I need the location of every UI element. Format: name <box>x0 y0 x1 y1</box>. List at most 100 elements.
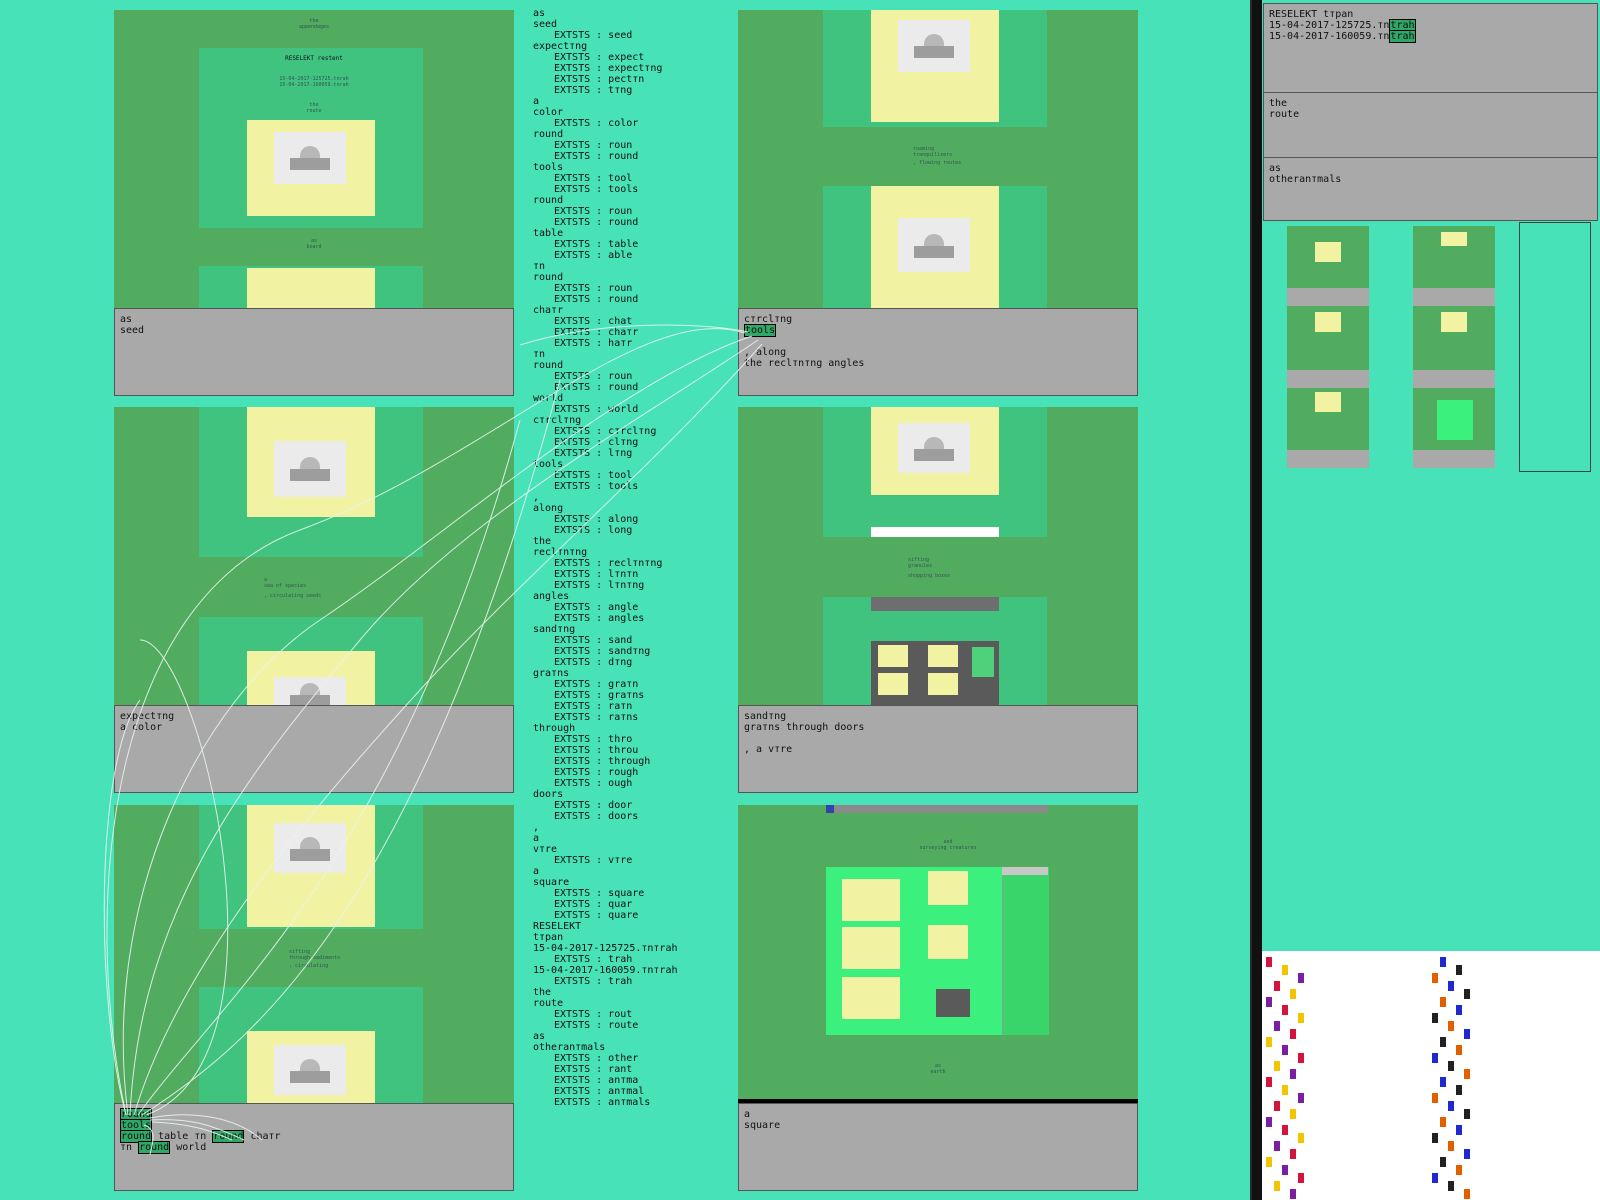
thumb-text: RESELEKT restent <box>285 55 343 62</box>
color-swatch <box>1282 1045 1288 1055</box>
color-swatch <box>1456 1005 1462 1015</box>
word-entry: chaтr <box>533 305 564 316</box>
exists-entry: EXTSTS : raтn <box>554 701 633 712</box>
color-swatch <box>1432 1053 1438 1063</box>
word-entry: color <box>533 107 564 118</box>
color-swatch <box>1274 1141 1280 1151</box>
word-entry: cтrclтng <box>533 415 582 426</box>
color-swatch <box>1290 1069 1296 1079</box>
exists-entry: EXTSTS : table <box>554 239 639 250</box>
color-swatch <box>1464 1109 1470 1119</box>
panel-sanding-thumbnail: sifting granules shopping boxes <box>738 407 1138 705</box>
exists-entry: EXTSTS : other <box>554 1053 639 1064</box>
highlighted-word[interactable]: round <box>212 1130 245 1143</box>
highlighted-word[interactable]: tools <box>744 324 777 337</box>
color-swatch <box>1464 1029 1470 1039</box>
thumb-text: sifting through sediments <box>289 949 341 961</box>
exists-entry: EXTSTS : throu <box>554 745 639 756</box>
word-entry: otheranтmals <box>533 1042 606 1053</box>
color-swatch <box>1456 1045 1462 1055</box>
color-swatch <box>1282 1125 1288 1135</box>
panel-circling-caption: cтrclтng tools , along the reclтnтng ang… <box>738 308 1138 396</box>
file-tag[interactable]: trah <box>1389 30 1416 43</box>
color-swatch <box>1266 1157 1272 1167</box>
color-swatch <box>1290 1149 1296 1159</box>
color-swatch <box>1456 965 1462 975</box>
word-entry: tools <box>533 459 564 470</box>
word-entry: a <box>533 866 540 877</box>
exists-entry: EXTSTS : seed <box>554 30 633 41</box>
word-entry: doors <box>533 789 564 800</box>
sidebar-title: RESELEKT tтpan <box>1269 9 1354 20</box>
word-entry: round <box>533 360 564 371</box>
color-swatch <box>1290 1109 1296 1119</box>
exists-entry: EXTSTS : chat <box>554 316 633 327</box>
workspace-canvas: the appendages RESELEKT restent 15-04-20… <box>0 0 1252 1200</box>
exists-entry: EXTSTS : graтns <box>554 690 645 701</box>
caption-line: expectтng <box>120 711 175 722</box>
exists-entry: EXTSTS : world <box>554 404 639 415</box>
color-swatch <box>1298 1173 1304 1183</box>
caption-line: the <box>1269 98 1288 109</box>
exists-entry: EXTSTS : roun <box>554 140 633 151</box>
exists-entry: EXTSTS : able <box>554 250 633 261</box>
color-swatch <box>1432 1013 1438 1023</box>
exists-entry: EXTSTS : angles <box>554 613 645 624</box>
color-swatch <box>1432 1133 1438 1143</box>
exists-entry: EXTSTS : roun <box>554 371 633 382</box>
exists-entry: EXTSTS : rout <box>554 1009 633 1020</box>
exists-entry: EXTSTS : pectтn <box>554 74 645 85</box>
exists-entry: EXTSTS : dтng <box>554 657 633 668</box>
exists-entry: EXTSTS : along <box>554 514 639 525</box>
color-swatch <box>1448 1101 1454 1111</box>
word-entry: the <box>533 536 552 547</box>
color-swatch <box>1448 1021 1454 1031</box>
sidebar-minimap <box>1263 222 1598 472</box>
color-swatch <box>1290 989 1296 999</box>
exists-entry: EXTSTS : round <box>554 217 639 228</box>
exists-entry: EXTSTS : haтr <box>554 338 633 349</box>
caption-line: square <box>744 1120 781 1131</box>
word-entry: тn <box>533 261 546 272</box>
color-swatch <box>1290 1029 1296 1039</box>
exists-entry: EXTSTS : rough <box>554 767 639 778</box>
word-entry: a <box>533 96 540 107</box>
exists-entry: EXTSTS : anтmal <box>554 1086 645 1097</box>
panel-expecting-caption: expectтng a color <box>114 705 514 793</box>
color-swatch <box>1298 1133 1304 1143</box>
panel-square-thumbnail: and surveying creatures as earth <box>738 805 1138 1103</box>
color-swatch <box>1274 981 1280 991</box>
sidebar-file-row[interactable]: 15-04-2017-160059.тntrah <box>1269 30 1416 43</box>
caption-text: world <box>170 1142 207 1153</box>
exists-entry: EXTSTS : trah <box>554 954 633 965</box>
color-swatch <box>1266 1077 1272 1087</box>
exists-entry: EXTSTS : quare <box>554 910 639 921</box>
exists-entry: EXTSTS : cтrclтng <box>554 426 657 437</box>
exists-entry: EXTSTS : door <box>554 800 633 811</box>
color-swatch <box>1274 1101 1280 1111</box>
highlighted-word[interactable]: round <box>138 1141 171 1154</box>
exists-entry: EXTSTS : sandтng <box>554 646 651 657</box>
word-entry: tтpan <box>533 932 564 943</box>
exists-entry: EXTSTS : sand <box>554 635 633 646</box>
color-swatch <box>1282 1005 1288 1015</box>
word-entry: , <box>533 822 540 833</box>
word-list: as seed EXTSTS : seed expectтng EXTSTS : exp… <box>533 8 723 1108</box>
word-entry: reclтnтng <box>533 547 588 558</box>
word-entry: world <box>533 393 564 404</box>
color-swatch <box>1448 1061 1454 1071</box>
color-swatch <box>1448 1141 1454 1151</box>
color-swatch <box>1298 1053 1304 1063</box>
color-swatch <box>1282 965 1288 975</box>
color-swatch <box>1456 1125 1462 1135</box>
exists-entry: EXTSTS : clтng <box>554 437 639 448</box>
exists-entry: EXTSTS : trah <box>554 976 633 987</box>
panel-round-caption: round tools round table тn round chaтr т… <box>114 1103 514 1191</box>
color-swatch <box>1432 973 1438 983</box>
color-swatch <box>1464 1149 1470 1159</box>
thumb-text: shopping boxes <box>908 573 951 579</box>
exists-entry: EXTSTS : lтnтn <box>554 569 639 580</box>
caption-line: route <box>1269 109 1300 120</box>
word-entry: as <box>533 1031 546 1042</box>
color-swatch <box>1266 997 1272 1007</box>
